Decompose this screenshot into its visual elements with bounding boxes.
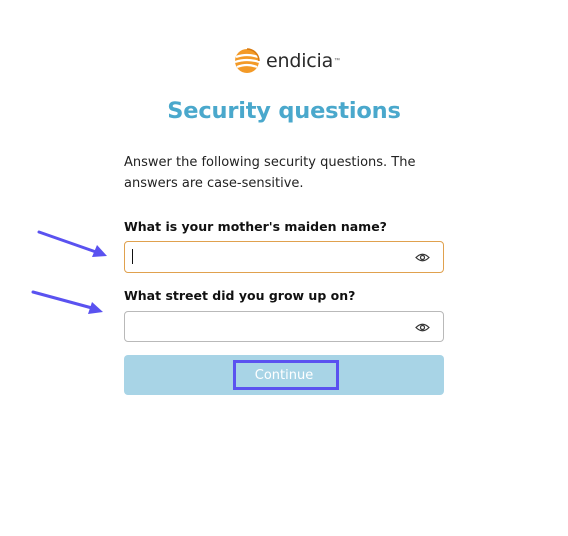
instructions-text: Answer the following security questions.… <box>124 155 416 191</box>
continue-button[interactable]: Continue <box>124 355 444 395</box>
brand-trademark: ™ <box>334 58 341 64</box>
question-1-field[interactable] <box>124 241 444 273</box>
text-caret <box>132 249 133 264</box>
question-2-input[interactable] <box>133 316 403 336</box>
question-1-input[interactable] <box>133 246 403 266</box>
question-2-field[interactable] <box>124 311 444 342</box>
endicia-logo-icon <box>234 48 260 73</box>
continue-button-label: Continue <box>254 367 314 383</box>
question-2-label: What street did you grow up on? <box>124 288 356 303</box>
brand-name: endicia <box>266 50 334 72</box>
endicia-logo: endicia ™ <box>233 45 340 77</box>
eye-icon[interactable] <box>415 252 430 263</box>
question-1-label: What is your mother's maiden name? <box>124 219 387 234</box>
eye-icon[interactable] <box>415 322 430 333</box>
page-title: Security questions <box>167 98 401 124</box>
arrow-icon <box>37 230 107 257</box>
arrow-icon <box>31 290 103 314</box>
